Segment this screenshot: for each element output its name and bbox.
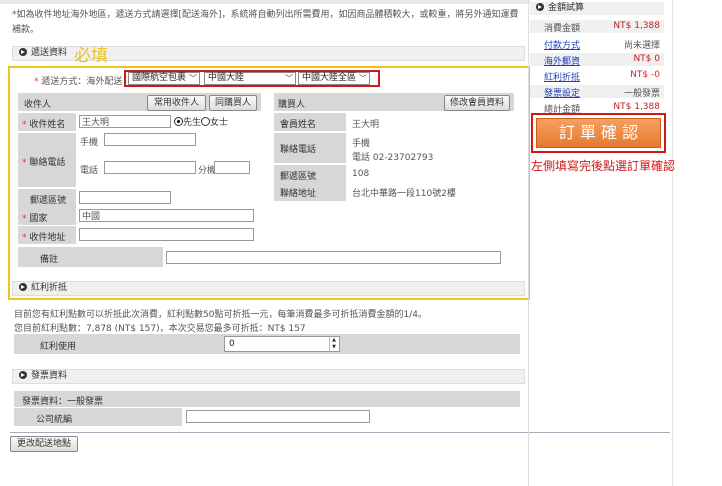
confirm-hint: 左側填寫完後點選訂單確認 bbox=[531, 159, 676, 173]
buyer-name-value: 王大明 bbox=[352, 120, 380, 130]
tel-label: 電話 bbox=[80, 166, 99, 176]
bonus-use-value: 0 bbox=[229, 339, 235, 349]
bonus-note-1: 目前您有紅利點數可以折抵此次消費，紅利點數50點可折抵一元，每筆消費最多可折抵消… bbox=[14, 310, 427, 320]
zip-label: 郵遞區號 bbox=[30, 196, 67, 206]
recipient-name-input[interactable] bbox=[79, 115, 171, 128]
invoice-section-header: 發票資料 bbox=[12, 369, 525, 384]
region-select[interactable]: 中國大陸全區 ﹀ bbox=[298, 72, 370, 85]
bonus-use-spinner[interactable]: 0 ▲ ▼ bbox=[224, 336, 340, 352]
summary-row-invoice: 發票設定 一般發票 bbox=[530, 85, 664, 99]
mobile-input[interactable] bbox=[104, 133, 196, 146]
tax-id-label: 公司統編 bbox=[36, 415, 73, 425]
buyer-header: 購買人 bbox=[278, 100, 306, 110]
arrow-bullet-icon bbox=[536, 2, 544, 11]
summary-header: 金額試算 bbox=[530, 2, 664, 15]
edit-member-button[interactable]: 修改會員資料 bbox=[444, 95, 510, 111]
summary-row-shipping: 海外郵資 NT$ 0 bbox=[530, 53, 664, 67]
zip-input[interactable] bbox=[79, 191, 171, 204]
address-label: * 收件地址 bbox=[22, 233, 66, 243]
summary-title: 金額試算 bbox=[548, 3, 585, 13]
mobile-label: 手機 bbox=[80, 138, 99, 148]
invoice-setting-link[interactable]: 發票設定 bbox=[544, 86, 580, 99]
country-select[interactable]: 中國大陸 ﹀ bbox=[204, 72, 296, 85]
buyer-name-label: 會員姓名 bbox=[280, 120, 317, 130]
buyer-tel-value: 電話 02-23702793 bbox=[352, 153, 434, 163]
invoice-type-text: 發票資料：一般發票 bbox=[22, 397, 104, 407]
bonus-section-title: 紅利折抵 bbox=[31, 283, 68, 293]
country-label: * 國家 bbox=[22, 214, 48, 224]
invoice-section-title: 發票資料 bbox=[31, 371, 68, 381]
tax-id-input[interactable] bbox=[186, 410, 370, 423]
bonus-section-header: 紅利折抵 bbox=[12, 281, 525, 296]
spinner-arrows-icon[interactable]: ▲ ▼ bbox=[329, 337, 338, 351]
buyer-mobile-label: 手機 bbox=[352, 139, 371, 149]
arrow-bullet-icon bbox=[19, 370, 27, 379]
arrow-bullet-icon bbox=[19, 282, 27, 291]
radio-female[interactable] bbox=[201, 117, 211, 126]
bonus-discount-link[interactable]: 紅利折抵 bbox=[544, 70, 580, 83]
buyer-phone-label: 聯絡電話 bbox=[280, 145, 317, 155]
common-recipient-button[interactable]: 常用收件人 bbox=[147, 95, 206, 111]
order-confirm-button[interactable]: 訂 單 確 認 bbox=[536, 118, 661, 148]
remark-label: 備註 bbox=[40, 255, 59, 265]
gender-radios: 先生 女士 bbox=[174, 115, 228, 128]
edit-address-button[interactable]: 更改配送地點 bbox=[10, 436, 78, 452]
buyer-address-value: 台北中華路一段110號2樓 bbox=[352, 189, 456, 199]
shipping-section-title: 遞送資料 bbox=[31, 48, 68, 58]
ext-input[interactable] bbox=[214, 161, 250, 174]
same-as-buyer-button[interactable]: 同購買人 bbox=[209, 95, 257, 111]
overseas-notice-line1: *如為收件地址海外地區，遞送方式請選擇[配送海外]，系統將自動列出所需費用，如因… bbox=[12, 10, 519, 20]
bonus-note-2: 您目前紅利點數：7,878 (NT$ 157)，本次交易您最多可折抵：NT$ 1… bbox=[14, 324, 306, 334]
carrier-select[interactable]: 國際航空包裹 ﹀ bbox=[128, 72, 200, 85]
bonus-use-label: 紅利使用 bbox=[40, 342, 77, 352]
overseas-postage-link[interactable]: 海外郵資 bbox=[544, 54, 580, 67]
required-annotation: 必填 bbox=[74, 46, 108, 66]
divider bbox=[10, 432, 670, 433]
panel-right-edge bbox=[672, 0, 673, 486]
country-input[interactable] bbox=[79, 209, 254, 222]
shipping-method-label: * 遞送方式：海外配送 bbox=[34, 77, 123, 87]
top-strip bbox=[0, 0, 530, 4]
panel-divider bbox=[528, 0, 529, 486]
tel-input[interactable] bbox=[104, 161, 196, 174]
remark-input[interactable] bbox=[166, 251, 501, 264]
summary-row-payment: 付款方式 尚未選擇 bbox=[530, 37, 664, 51]
summary-row-bonus: 紅利折抵 NT$ -0 bbox=[530, 69, 664, 83]
buyer-zip-value: 108 bbox=[352, 169, 370, 179]
buyer-address-label: 聯絡地址 bbox=[280, 189, 317, 199]
recipient-name-label: * 收件姓名 bbox=[22, 120, 66, 130]
arrow-bullet-icon bbox=[19, 47, 27, 56]
summary-row-total-consume: 消費金額 NT$ 1,388 bbox=[530, 20, 664, 34]
payment-method-link[interactable]: 付款方式 bbox=[544, 38, 580, 51]
recipient-phone-label: * 聯絡電話 bbox=[22, 158, 66, 168]
address-input[interactable] bbox=[79, 228, 254, 241]
overseas-notice-line2: 補款。 bbox=[12, 25, 40, 35]
recipient-header: 收件人 bbox=[24, 100, 52, 110]
buyer-zip-label: 郵遞區號 bbox=[280, 172, 317, 182]
radio-male[interactable] bbox=[174, 117, 183, 126]
